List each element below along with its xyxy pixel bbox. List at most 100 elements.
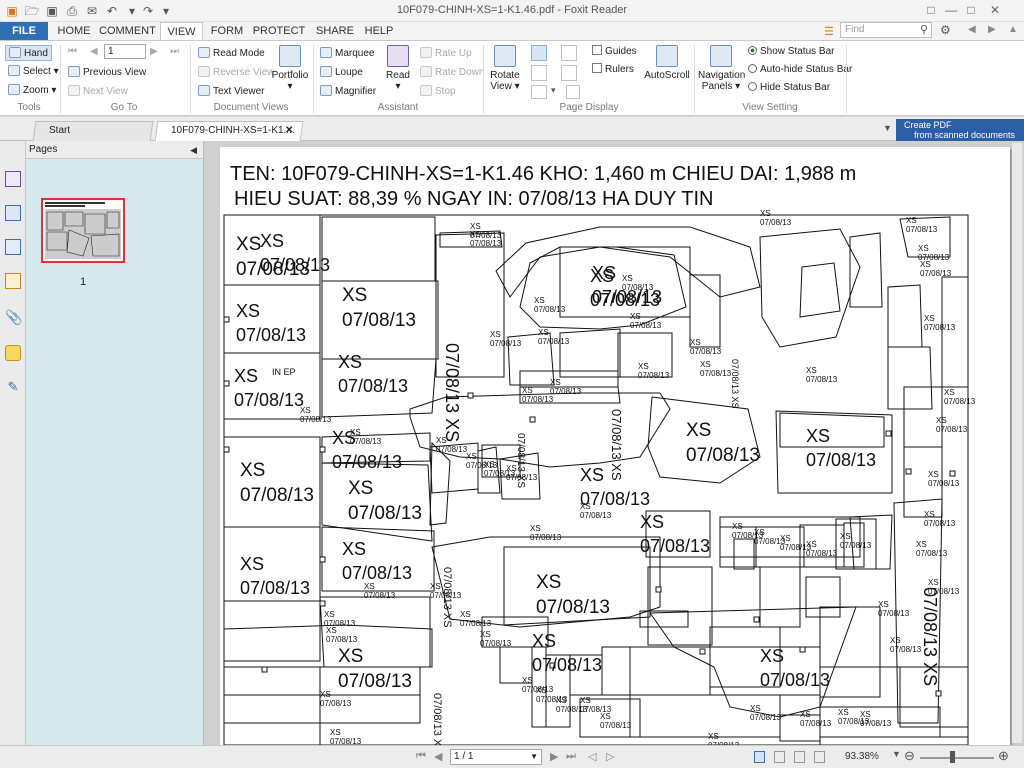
last-page-icon[interactable]: ⏭: [170, 46, 179, 57]
zoom-tool-button[interactable]: Zoom ▾: [8, 84, 56, 96]
split-icon[interactable]: [566, 85, 580, 99]
tab-help[interactable]: HELP: [362, 22, 396, 40]
text-viewer-button[interactable]: Text Viewer: [198, 85, 265, 97]
pages-icon[interactable]: [5, 205, 21, 221]
page-transition-icon[interactable]: ▾: [551, 85, 556, 96]
next-page-icon[interactable]: ▶: [550, 750, 558, 763]
rate-up-button[interactable]: Rate Up: [420, 47, 472, 59]
navigation-panels-button[interactable]: Navigation Panels ▾: [698, 45, 745, 92]
find-options-icon[interactable]: ☰: [824, 25, 834, 38]
show-status-bar-radio[interactable]: Show Status Bar: [748, 46, 834, 57]
tab-current-document[interactable]: 10F079-CHINH-XS=1-K1.... ✕: [154, 121, 304, 141]
page-thumbnail-image: [44, 201, 122, 260]
tab-start[interactable]: Start: [32, 121, 154, 141]
zoom-in-icon[interactable]: ⊕: [998, 748, 1009, 764]
reverse-view-button[interactable]: Reverse View: [198, 66, 275, 78]
hand-tool-button[interactable]: Hand: [5, 45, 52, 61]
select-text-icon: [8, 65, 20, 76]
continuous-facing-view-icon[interactable]: [814, 751, 825, 763]
read-button[interactable]: Read ▾: [383, 45, 413, 92]
attachment-icon[interactable]: 📎: [5, 309, 22, 325]
page-selector[interactable]: 1 / 1 ▼: [450, 749, 542, 765]
tab-protect[interactable]: PROTECT: [251, 22, 307, 40]
loupe-button[interactable]: Loupe: [320, 66, 363, 78]
hide-status-bar-radio[interactable]: Hide Status Bar: [748, 82, 830, 93]
signature-icon[interactable]: ✎: [5, 379, 21, 395]
next-view-button[interactable]: Next View: [68, 85, 128, 97]
autoscroll-button[interactable]: AutoScroll: [644, 45, 690, 81]
zoom-icon: [8, 84, 20, 95]
facing-view-icon[interactable]: [794, 751, 805, 763]
rotate-view-button[interactable]: Rotate View ▾: [488, 45, 522, 92]
zoom-slider-handle[interactable]: [950, 751, 955, 763]
single-page-view-icon[interactable]: [754, 751, 765, 763]
read-mode-button[interactable]: Read Mode: [198, 47, 265, 59]
bookmark-icon[interactable]: [5, 171, 21, 187]
restore-ribbon-icon[interactable]: □: [922, 2, 940, 18]
next-page-icon[interactable]: ▶: [150, 46, 158, 57]
previous-view-button[interactable]: Previous View: [68, 66, 146, 78]
facing-pages-icon[interactable]: [561, 45, 577, 61]
dropdown-arrow-icon[interactable]: ▼: [883, 123, 892, 133]
collapse-panel-icon[interactable]: ◀: [190, 141, 197, 159]
pattern-piece-outline: [629, 646, 711, 696]
first-page-icon[interactable]: ⏮: [68, 46, 77, 57]
search-icon[interactable]: ⚲: [920, 23, 928, 36]
tab-comment[interactable]: COMMENT: [99, 22, 156, 40]
portfolio-button[interactable]: Portfolio ▾: [270, 45, 310, 92]
tab-view[interactable]: VIEW: [160, 22, 203, 41]
ribbon-expand-icon[interactable]: ▲: [1008, 24, 1018, 35]
small-piece-label: XS07/08/13: [600, 712, 632, 730]
create-pdf-ad[interactable]: Create PDF from scanned documents: [896, 119, 1024, 141]
gear-icon[interactable]: ⚙: [940, 23, 951, 37]
page-thumbnail[interactable]: [41, 198, 125, 263]
marquee-button[interactable]: Marquee: [320, 47, 374, 59]
guides-checkbox[interactable]: Guides: [592, 45, 637, 57]
zoom-dropdown-icon[interactable]: ▼: [892, 749, 901, 759]
stop-button[interactable]: Stop: [420, 85, 456, 97]
next-view-icon[interactable]: ▷: [606, 750, 614, 763]
vertical-scrollbar[interactable]: [1012, 143, 1022, 743]
small-piece-label: XS07/08/13: [860, 710, 892, 728]
tab-file[interactable]: FILE: [0, 22, 48, 40]
single-page-icon[interactable]: [531, 45, 547, 61]
page-number-input[interactable]: 1: [104, 44, 146, 59]
pdf-page: TEN: 10F079-CHINH-XS=1-K1.46 KHO: 1,460 …: [220, 147, 1010, 745]
tab-form[interactable]: FORM: [208, 22, 246, 40]
lock-icon[interactable]: [5, 345, 21, 361]
small-piece-label: XS07/08/13: [800, 710, 832, 728]
select-tool-button[interactable]: Select ▾: [8, 65, 59, 77]
autohide-status-bar-radio[interactable]: Auto-hide Status Bar: [748, 64, 852, 75]
rate-down-button[interactable]: Rate Down: [420, 66, 484, 78]
previous-page-icon[interactable]: ◀: [434, 750, 442, 763]
zoom-slider[interactable]: [920, 757, 994, 759]
last-page-icon[interactable]: ⏭: [566, 750, 576, 763]
maximize-button[interactable]: □: [962, 2, 980, 18]
zoom-out-icon[interactable]: ⊖: [904, 748, 915, 764]
rotated-piece-label-text: 07/08/13 XS: [920, 587, 940, 686]
layers-icon[interactable]: [5, 239, 21, 255]
magnifier-button[interactable]: Magnifier: [320, 85, 376, 97]
separate-cover-icon[interactable]: [531, 85, 547, 99]
continuous-facing-icon[interactable]: [561, 65, 577, 81]
zoom-level[interactable]: 93.38%: [845, 751, 879, 762]
previous-result-icon[interactable]: ◀: [968, 24, 976, 35]
close-button[interactable]: ✕: [986, 2, 1004, 18]
comments-icon[interactable]: [5, 273, 21, 289]
next-result-icon[interactable]: ▶: [988, 24, 996, 35]
continuous-view-icon[interactable]: [774, 751, 785, 763]
close-tab-icon[interactable]: ✕: [285, 122, 293, 140]
rulers-checkbox[interactable]: Rulers: [592, 63, 634, 75]
first-page-icon[interactable]: ⏮: [416, 750, 426, 763]
previous-view-icon[interactable]: ◁: [588, 750, 596, 763]
text-viewer-icon: [198, 85, 210, 96]
previous-page-icon[interactable]: ◀: [90, 46, 98, 57]
continuous-icon[interactable]: [531, 65, 547, 81]
tab-home[interactable]: HOME: [53, 22, 95, 40]
search-input[interactable]: Find: [840, 22, 932, 38]
minimize-button[interactable]: —: [942, 2, 960, 18]
tab-share[interactable]: SHARE: [313, 22, 357, 40]
book-icon: [198, 47, 210, 58]
piece-label: XS 07/08/13: [338, 646, 412, 692]
small-piece-label: XS07/08/13: [890, 636, 922, 654]
